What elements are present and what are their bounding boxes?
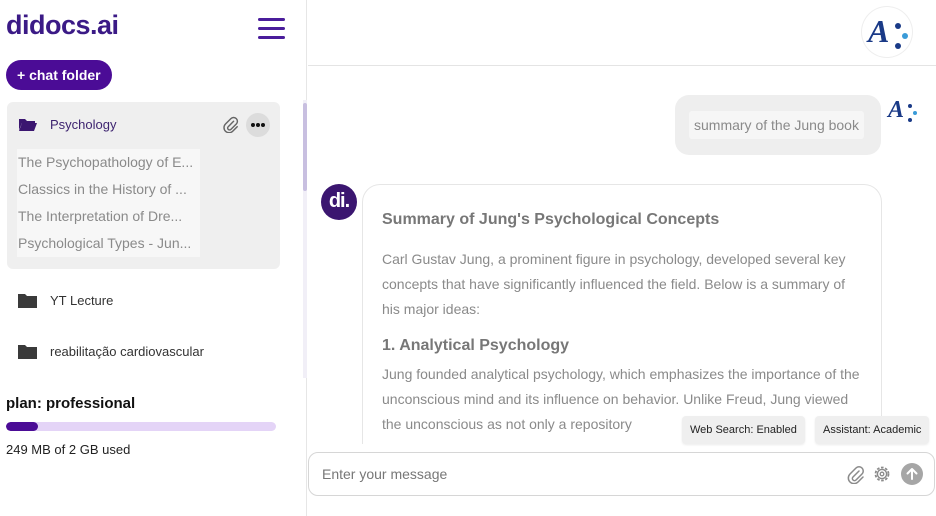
send-button[interactable]: [901, 463, 923, 485]
footer-strip: [308, 500, 936, 516]
more-options-button[interactable]: [246, 113, 270, 137]
logo: didocs.ai: [6, 10, 119, 40]
storage-usage-fill: [6, 422, 39, 431]
assistant-avatar: di.: [321, 184, 357, 220]
new-chat-folder-button[interactable]: + chat folder: [6, 60, 112, 90]
message-input[interactable]: [322, 463, 822, 485]
paperclip-icon[interactable]: [845, 464, 865, 484]
storage-usage-text: 249 MB of 2 GB used: [6, 442, 131, 457]
folder-item-psychology[interactable]: Psychology The Psychopathology of E... C…: [7, 102, 280, 269]
web-search-status-pill[interactable]: Web Search: Enabled: [682, 416, 805, 444]
app-root: didocs.ai + chat folder Psychology The P…: [0, 0, 936, 516]
folder-icon: [18, 345, 37, 359]
storage-usage-bar: [6, 422, 276, 431]
plan-label: plan: professional: [6, 395, 136, 412]
document-item[interactable]: The Interpretation of Dre...: [17, 203, 200, 230]
folder-icon: [18, 294, 37, 308]
response-title: Summary of Jung's Psychological Concepts: [382, 211, 720, 228]
folder-label: Psychology: [50, 117, 117, 132]
user-message-avatar-icon: A: [888, 97, 922, 127]
scrollbar-thumb[interactable]: [303, 103, 307, 191]
user-avatar-icon[interactable]: A: [862, 7, 912, 57]
document-item[interactable]: Classics in the History of ...: [17, 176, 200, 203]
assistant-mode-pill[interactable]: Assistant: Academic: [815, 416, 930, 444]
top-bar: [308, 0, 936, 66]
document-item[interactable]: The Psychopathology of E...: [17, 149, 200, 176]
sidebar: didocs.ai + chat folder Psychology The P…: [0, 0, 307, 516]
assistant-message-card: Summary of Jung's Psychological Concepts…: [362, 184, 882, 444]
folder-item-yt-lecture[interactable]: YT Lecture: [0, 280, 300, 320]
folder-label: YT Lecture: [50, 293, 114, 308]
hamburger-menu-icon[interactable]: [258, 18, 286, 40]
folder-open-icon: [19, 119, 37, 131]
attach-file-icon[interactable]: [221, 115, 239, 133]
folder-list: Psychology The Psychopathology of E... C…: [0, 100, 307, 380]
folder-item-reabilitacao[interactable]: reabilitação cardiovascular: [0, 331, 300, 371]
gear-icon[interactable]: [872, 464, 892, 484]
message-composer: [308, 452, 935, 496]
user-message-bubble: summary of the Jung book: [675, 95, 881, 155]
arrow-up-icon: [906, 468, 918, 480]
folder-label: reabilitação cardiovascular: [50, 344, 204, 359]
user-message-text: summary of the Jung book: [689, 111, 864, 139]
response-section-heading: 1. Analytical Psychology: [382, 337, 570, 354]
document-item[interactable]: Psychological Types - Jun...: [17, 230, 200, 257]
response-intro: Carl Gustav Jung, a prominent figure in …: [382, 251, 846, 317]
